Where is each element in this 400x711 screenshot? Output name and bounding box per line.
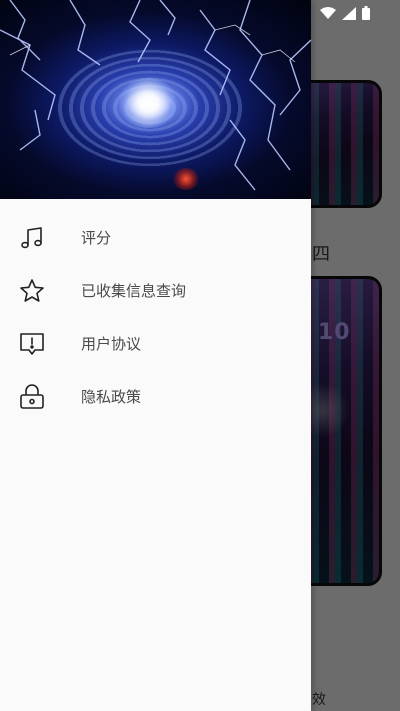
music-note-icon (18, 224, 46, 252)
drawer-menu: 评分 已收集信息查询 用户协议 隐私政策 (0, 199, 311, 423)
menu-item-label: 已收集信息查询 (81, 282, 187, 300)
status-bar (300, 0, 400, 26)
signal-icon (342, 6, 356, 20)
alert-message-icon (18, 330, 46, 358)
menu-item-user-agreement[interactable]: 用户协议 (0, 317, 311, 370)
wifi-icon (320, 6, 336, 20)
menu-item-label: 隐私政策 (81, 388, 142, 406)
menu-item-rate[interactable]: 评分 (0, 211, 311, 264)
star-icon (18, 277, 46, 305)
menu-item-label: 用户协议 (81, 335, 142, 353)
battery-icon (362, 6, 370, 20)
lock-icon (18, 383, 46, 411)
menu-item-privacy-policy[interactable]: 隐私政策 (0, 370, 311, 423)
menu-item-collected-info[interactable]: 已收集信息查询 (0, 264, 311, 317)
navigation-drawer: 评分 已收集信息查询 用户协议 隐私政策 (0, 0, 311, 711)
menu-item-label: 评分 (81, 229, 112, 247)
drawer-header-image (0, 0, 311, 199)
